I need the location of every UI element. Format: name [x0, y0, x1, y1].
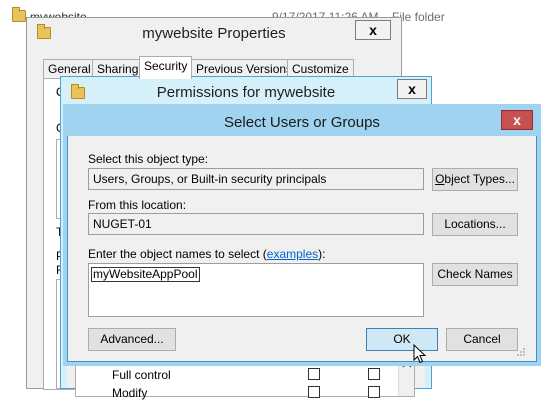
close-button[interactable]: x [397, 79, 427, 99]
object-names-label-prefix: Enter the object names to select ( [88, 247, 267, 261]
location-field: NUGET-01 [88, 213, 424, 235]
permission-row-label: Full control [112, 368, 171, 382]
object-names-input[interactable]: myWebsiteAppPool [88, 263, 424, 317]
object-names-label: Enter the object names to select (exampl… [88, 247, 325, 261]
allow-checkbox[interactable] [308, 386, 320, 398]
deny-checkbox[interactable] [368, 386, 380, 398]
select-users-title: Select Users or Groups [224, 114, 380, 131]
permissions-titlebar[interactable]: Permissions for mywebsite x [61, 77, 431, 107]
select-users-titlebar[interactable]: Select Users or Groups x [67, 108, 537, 136]
select-users-dialog: Select Users or Groups x Select this obj… [67, 108, 537, 362]
object-names-value: myWebsiteAppPool [91, 267, 200, 282]
examples-link[interactable]: examples [267, 247, 318, 261]
deny-checkbox[interactable] [368, 368, 380, 380]
tab-security[interactable]: Security [139, 56, 193, 79]
properties-title: mywebsite Properties [142, 25, 286, 42]
resize-grip-icon[interactable] [516, 347, 526, 357]
close-button[interactable]: x [355, 20, 391, 40]
object-types-button-label: bject Types... [444, 172, 515, 186]
ok-button[interactable]: OK [366, 328, 438, 351]
permissions-list[interactable]: Full control Modify [75, 357, 415, 400]
select-users-body: Select this object type: Users, Groups, … [78, 139, 526, 355]
object-types-button[interactable]: Object Types... [432, 168, 518, 191]
scrollbar[interactable] [398, 358, 414, 396]
advanced-button[interactable]: Advanced... [88, 328, 176, 351]
locations-button[interactable]: Locations... [432, 213, 518, 236]
folder-icon [12, 7, 26, 22]
location-label: From this location: [88, 198, 187, 212]
close-button[interactable]: x [501, 110, 533, 130]
check-names-button[interactable]: Check Names [432, 263, 518, 286]
object-names-label-suffix: ): [318, 247, 326, 261]
mouse-cursor-icon [413, 344, 427, 364]
properties-titlebar[interactable]: mywebsite Properties x [27, 18, 401, 48]
object-type-field: Users, Groups, or Built-in security prin… [88, 168, 424, 190]
permission-row-label: Modify [112, 386, 148, 400]
permissions-title: Permissions for mywebsite [156, 84, 336, 101]
object-type-label: Select this object type: [88, 152, 209, 166]
allow-checkbox[interactable] [308, 368, 320, 380]
cancel-button[interactable]: Cancel [446, 328, 518, 351]
